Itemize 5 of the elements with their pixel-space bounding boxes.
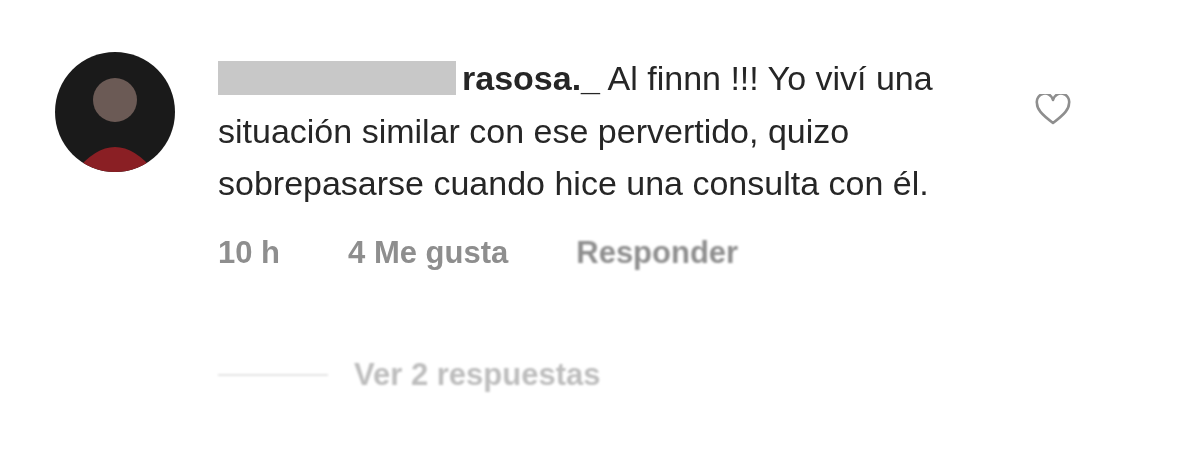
reply-link[interactable]: Responder [576, 229, 739, 276]
like-count: 4 Me gusta [348, 233, 509, 272]
timestamp: 10 h [218, 233, 281, 272]
view-replies-link[interactable]: Ver 2 respuestas [354, 352, 601, 399]
heart-icon[interactable] [1035, 94, 1071, 126]
